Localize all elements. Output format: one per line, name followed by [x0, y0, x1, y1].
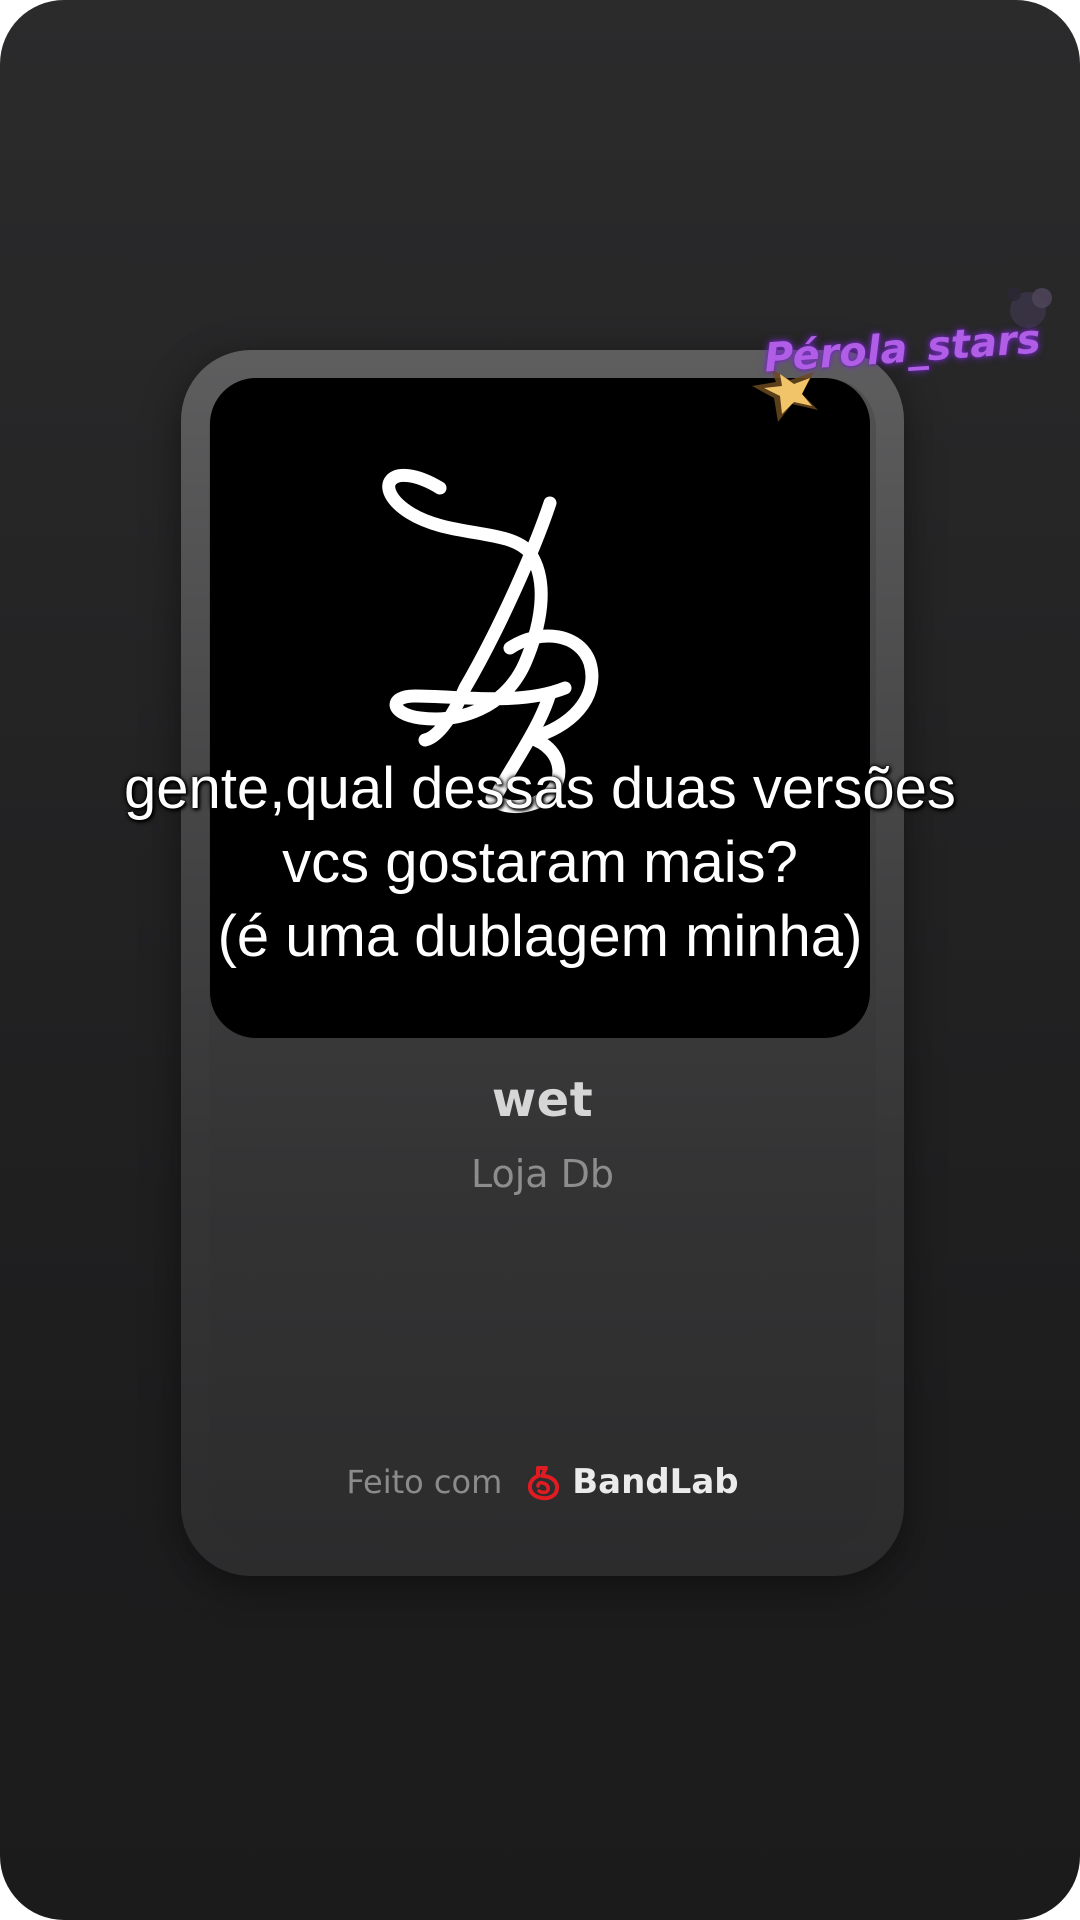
made-with-label: Feito com [346, 1463, 503, 1501]
made-with-bandlab[interactable]: Feito com BandLab [181, 1462, 904, 1502]
caption-line-2: vcs gostaram mais? [282, 830, 798, 895]
story-caption: gente,qual dessas duas versões vcs gosta… [40, 752, 1040, 974]
track-title: wet [491, 1072, 594, 1128]
bandlab-wordmark: BandLab [572, 1462, 739, 1502]
caption-line-3: (é uma dublagem minha) [217, 904, 863, 969]
bandlab-logo-icon [528, 1466, 560, 1501]
caption-line-1: gente,qual dessas duas versões [124, 756, 956, 821]
story-screen: wet Loja Db Feito com BandLab Pérola_sta… [0, 0, 1080, 1920]
bandlab-brand[interactable]: BandLab [524, 1462, 739, 1502]
track-artist: Loja Db [470, 1152, 615, 1196]
user-sticker: Pérola_stars [730, 270, 1070, 440]
